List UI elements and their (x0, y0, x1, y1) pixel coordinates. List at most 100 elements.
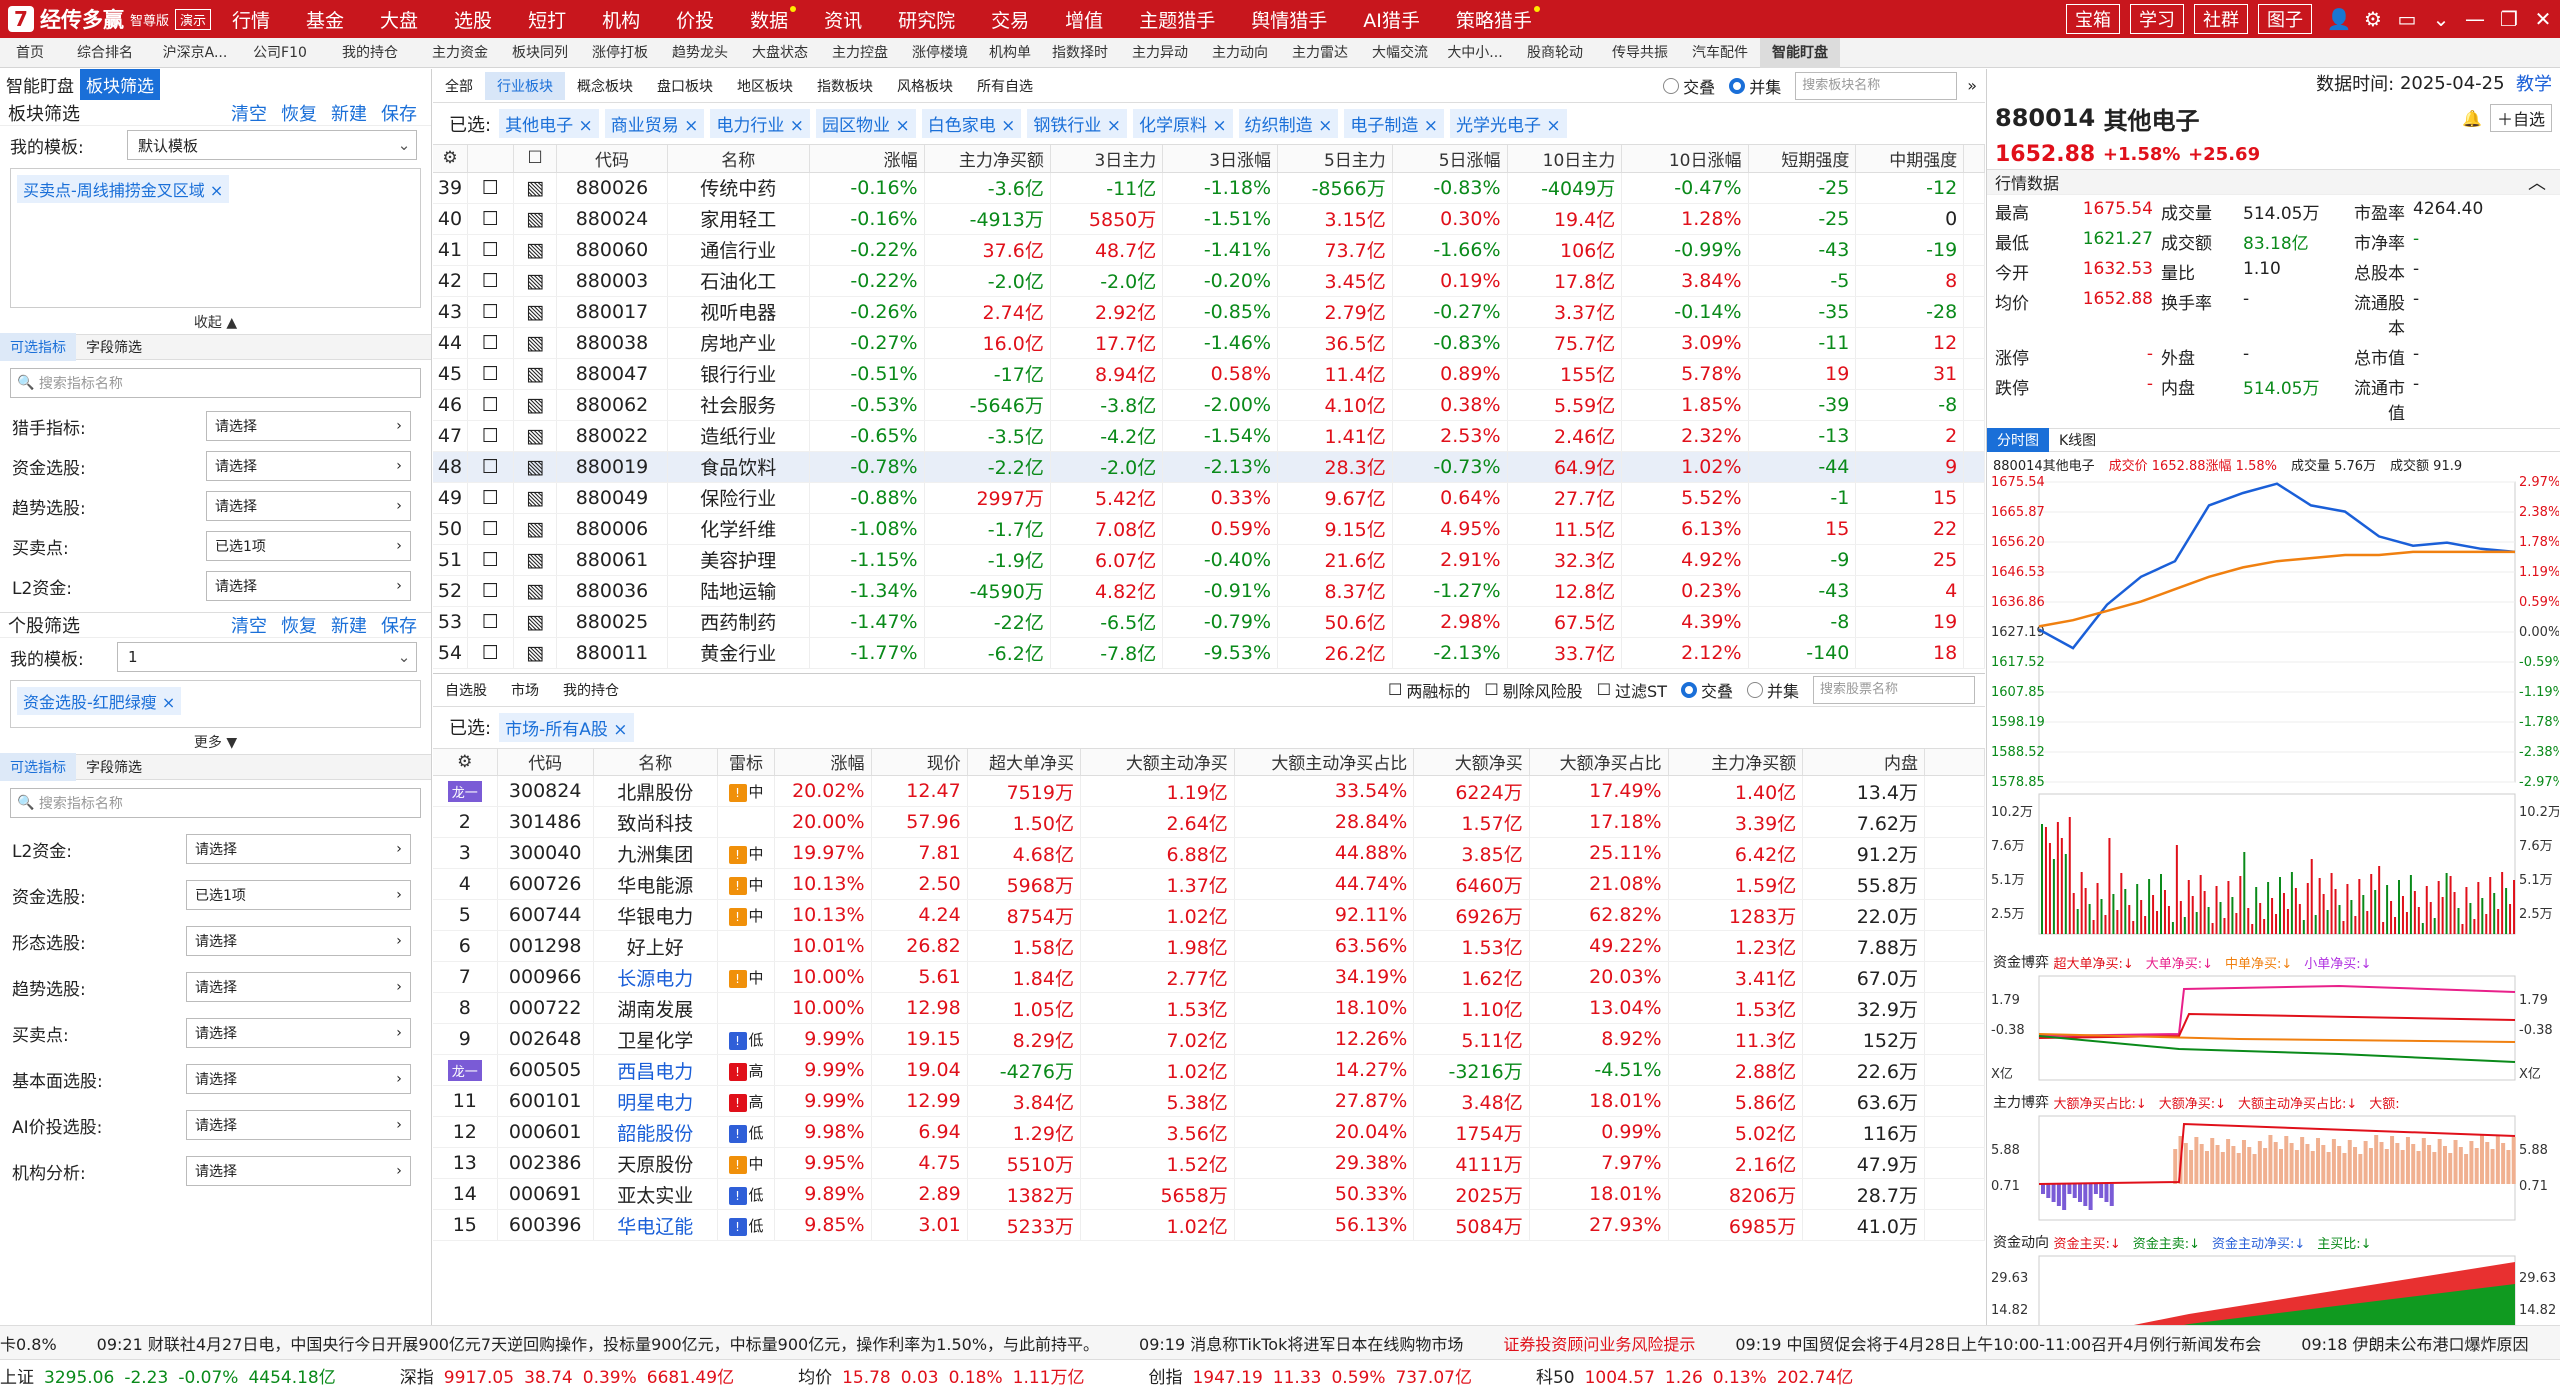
filter-select[interactable]: 请选择 › (206, 491, 411, 521)
sector-tab-6[interactable]: 风格板块 (885, 72, 965, 100)
window-icon[interactable]: ▭ (2390, 7, 2424, 31)
column-header[interactable]: 代码 (497, 748, 594, 776)
tab-5[interactable]: 主力资金 (420, 38, 500, 68)
menu-item-4[interactable]: 短打 (528, 6, 566, 33)
menu-item-14[interactable]: AI猎手 (1363, 6, 1420, 33)
stock-name[interactable]: 长源电力 (593, 961, 718, 993)
filter-select[interactable]: 已选1项 › (186, 880, 411, 910)
tab-10[interactable]: 主力控盘 (820, 38, 900, 68)
column-header[interactable]: 短期强度 (1748, 145, 1857, 173)
stock-tab-1[interactable]: 市场 (499, 676, 551, 704)
filter-select[interactable]: 请选择 › (186, 926, 411, 956)
action-0[interactable]: 清空 (231, 100, 267, 126)
tab-4[interactable]: 我的持仓 (320, 38, 420, 68)
restore-icon[interactable]: ❐ (2492, 7, 2526, 31)
menu-item-8[interactable]: 资讯 (824, 6, 862, 33)
index-item[interactable]: 上证 3295.06 -2.23 -0.07% 4454.18亿 (0, 1363, 346, 1388)
filter-select[interactable]: 请选择 › (186, 1064, 411, 1094)
tab-3[interactable]: 公司F10 (240, 38, 320, 68)
table-row[interactable]: 40 ☐ ▧ 880024 家用轻工 -0.16% -4913万 5850万 -1.51% 3.1… (433, 203, 1985, 235)
table-row[interactable]: 6 001298 好上好 10.01% 26.82 1.58亿 1.98亿 63.56% 1.5… (433, 930, 1985, 962)
column-header[interactable]: 3日主力 (1050, 145, 1164, 173)
action-1[interactable]: 恢复 (281, 612, 317, 638)
chevron-right-icon[interactable]: » (1967, 76, 1977, 95)
pin-icon[interactable]: ▧ (513, 482, 558, 514)
table-row[interactable]: 46 ☐ ▧ 880062 社会服务 -0.53% -5646万 -3.8亿 -2.00% 4.1… (433, 389, 1985, 421)
selected-sector-tag[interactable]: 光学光电子 × (1449, 109, 1567, 138)
selected-sector-tag[interactable]: 化学原料 × (1133, 109, 1233, 138)
menu-item-10[interactable]: 交易 (991, 6, 1029, 33)
action-2[interactable]: 新建 (331, 100, 367, 126)
pin-icon[interactable]: ▧ (513, 451, 558, 483)
tab-9[interactable]: 大盘状态 (740, 38, 820, 68)
pin-icon[interactable]: ▧ (513, 296, 558, 328)
selected-tag[interactable]: 市场-所有A股 × (499, 712, 634, 742)
selected-sector-tag[interactable]: 钢铁行业 × (1027, 109, 1128, 138)
row-checkbox[interactable]: ☐ (467, 203, 514, 235)
stock-name[interactable]: 亚太实业 (593, 1178, 718, 1210)
chart-tab-0[interactable]: 分时图 (1987, 428, 2049, 452)
pin-icon[interactable]: ▧ (513, 420, 558, 452)
table-row[interactable]: 51 ☐ ▧ 880061 美容护理 -1.15% -1.9亿 6.07亿 -0.40% 21.6… (433, 544, 1985, 576)
pin-icon[interactable]: ▧ (513, 575, 558, 607)
stock-tab-0[interactable]: 自选股 (433, 676, 499, 704)
table-row[interactable]: 47 ☐ ▧ 880022 造纸行业 -0.65% -3.5亿 -4.2亿 -1.54% 1.41… (433, 420, 1985, 452)
tab-22[interactable]: 智能盯盘 (1760, 37, 1840, 68)
stock-name[interactable]: 华银电力 (593, 899, 718, 931)
news-item[interactable]: 09:21 财联社4月27日电，中国央行今日开展900亿元7天逆回购操作，投标量… (97, 1331, 1099, 1355)
stock-name[interactable]: 华电辽能 (593, 1209, 718, 1241)
stock-search-input[interactable]: 搜索股票名称 (1813, 675, 1975, 704)
index-item[interactable]: 深指 9917.05 38.74 0.39% 6681.49亿 (400, 1363, 744, 1388)
table-row[interactable]: 54 ☐ ▧ 880011 黄金行业 -1.77% -6.2亿 -7.8亿 -9.53% 26.2… (433, 637, 1985, 669)
chart-tab-1[interactable]: K线图 (2049, 428, 2106, 452)
stock-name[interactable]: 卫星化学 (593, 1023, 718, 1055)
sector-tab-5[interactable]: 指数板块 (805, 72, 885, 100)
left-tab-1[interactable]: 板块筛选 (80, 69, 160, 100)
fund-game-chart[interactable]: 1.79 1.79 -0.38 -0.38 X亿 X亿 (1987, 974, 2559, 1086)
sector-tab-4[interactable]: 地区板块 (725, 72, 805, 100)
tab-11[interactable]: 涨停楼境 (900, 38, 980, 68)
sector-tab-0[interactable]: 全部 (433, 72, 485, 100)
table-row[interactable]: 14 000691 亚太实业! 低 9.89% 2.89 1382万 5658万 50.33% 2… (433, 1178, 1985, 1210)
radio-union[interactable] (1746, 681, 1763, 698)
column-header[interactable]: 主力净买额 (1668, 748, 1804, 776)
add-watchlist-button[interactable]: ＋自选 (2489, 104, 2552, 132)
column-header[interactable]: 10日涨幅 (1621, 145, 1749, 173)
column-header[interactable]: 现价 (871, 748, 968, 776)
news-item[interactable]: 09:19 消息称TikTok将进军日本在线购物市场 (1139, 1331, 1463, 1355)
column-header[interactable]: 3日涨幅 (1162, 145, 1279, 173)
chevron-up-icon[interactable]: ︿ (2528, 169, 2546, 195)
pin-icon[interactable]: ▧ (513, 637, 558, 669)
table-row[interactable]: 3 300040 九洲集团! 中 19.97% 7.81 4.68亿 6.88亿 44.88% 3… (433, 837, 1985, 869)
table-row[interactable]: 8 000722 湖南发展 10.00% 12.98 1.05亿 1.53亿 18.10% 1.… (433, 992, 1985, 1024)
column-header[interactable]: 5日涨幅 (1392, 145, 1508, 173)
column-header[interactable]: 名称 (593, 748, 718, 776)
selected-sector-tag[interactable]: 电力行业 × (710, 109, 811, 138)
column-header[interactable]: 代码 (556, 145, 668, 173)
left-tab-0[interactable]: 智能盯盘 (0, 69, 80, 100)
table-row[interactable]: 48 ☐ ▧ 880019 食品饮料 -0.78% -2.2亿 -2.0亿 -2.13% 28.3… (433, 451, 1985, 483)
row-checkbox[interactable]: ☐ (467, 234, 514, 266)
filter-select[interactable]: 请选择 › (186, 972, 411, 1002)
table-row[interactable]: 52 ☐ ▧ 880036 陆地运输 -1.34% -4590万 4.82亿 -0.91% 8.3… (433, 575, 1985, 607)
news-item[interactable]: 证券投资顾问业务风险提示 (1503, 1331, 1695, 1355)
selected-sector-tag[interactable]: 其他电子 × (499, 109, 599, 138)
column-header[interactable]: 大额净买占比 (1529, 748, 1669, 776)
pin-icon[interactable]: ▧ (513, 606, 558, 638)
top-button-0[interactable]: 宝箱 (2066, 4, 2120, 34)
column-header[interactable]: 大额净买 (1413, 748, 1530, 776)
column-header[interactable]: 涨幅 (774, 748, 872, 776)
selected-tag[interactable]: 买卖点-周线捕捞金叉区域 × (17, 175, 230, 203)
tab-18[interactable]: 大中小... (1440, 38, 1510, 68)
table-row[interactable]: 2 301486 致尚科技 20.00% 57.96 1.50亿 2.64亿 28.84% 1.… (433, 806, 1985, 838)
selected-tag[interactable]: 资金选股-红肥绿瘦 × (17, 687, 182, 715)
indicator-search-input[interactable]: 🔍 搜索指标名称 (10, 368, 421, 398)
row-checkbox[interactable]: ☐ (467, 575, 514, 607)
option-checkbox[interactable]: ☐ (1597, 680, 1611, 699)
pin-icon[interactable]: ▧ (513, 358, 558, 390)
radio-intersect[interactable] (1663, 77, 1680, 94)
selected-sector-tag[interactable]: 电子制造 × (1344, 109, 1444, 138)
pin-icon[interactable]: ▧ (513, 203, 558, 235)
bell-icon[interactable]: 🔔 (2462, 109, 2482, 128)
sector-search-input[interactable]: 搜索板块名称 (1795, 71, 1958, 100)
